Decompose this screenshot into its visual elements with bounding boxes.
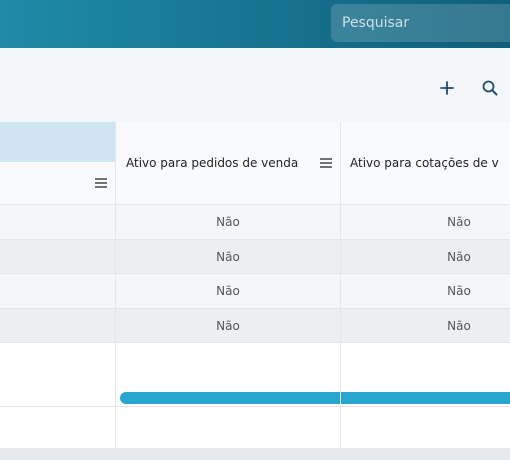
table-cell: Não (216, 319, 240, 333)
table-cell: Não (447, 215, 471, 229)
table-cell: Não (216, 250, 240, 264)
add-button[interactable] (435, 76, 459, 100)
column-menu-icon[interactable] (94, 177, 108, 189)
column-header-sales-orders[interactable]: Ativo para pedidos de venda (116, 122, 340, 204)
table-row[interactable]: Não Não (0, 239, 510, 274)
table-row[interactable]: Não Não (0, 204, 510, 239)
table-cell: Não (447, 284, 471, 298)
table-row[interactable]: Não Não (0, 273, 510, 308)
table-cell (0, 309, 115, 343)
column-header-label: Ativo para cotações de v (350, 156, 499, 170)
column-header-first-selected[interactable] (0, 122, 115, 162)
column-header-quotations[interactable]: Ativo para cotações de v (341, 122, 510, 204)
column-menu-icon[interactable] (319, 157, 333, 169)
search-input[interactable] (331, 14, 510, 32)
magnifier-icon (482, 80, 498, 96)
column-divider (340, 122, 341, 448)
table-cell: Não (447, 319, 471, 333)
table-cell (0, 240, 115, 274)
search-box[interactable] (331, 4, 510, 42)
table-cell: Não (216, 215, 240, 229)
app-header (0, 0, 510, 48)
search-button[interactable] (478, 76, 502, 100)
table-cell (0, 274, 115, 308)
table-cell (0, 205, 115, 239)
footer-strip (0, 448, 510, 460)
table-row[interactable]: Não Não (0, 308, 510, 343)
divider (0, 406, 510, 407)
column-header-label: Ativo para pedidos de venda (126, 156, 299, 170)
horizontal-scrollbar[interactable] (120, 392, 510, 404)
table-cell: Não (447, 250, 471, 264)
column-divider (115, 122, 116, 448)
data-grid: Ativo para pedidos de venda Ativo para c… (0, 122, 510, 449)
plus-icon (440, 81, 454, 95)
table-cell: Não (216, 284, 240, 298)
toolbar (0, 48, 510, 122)
